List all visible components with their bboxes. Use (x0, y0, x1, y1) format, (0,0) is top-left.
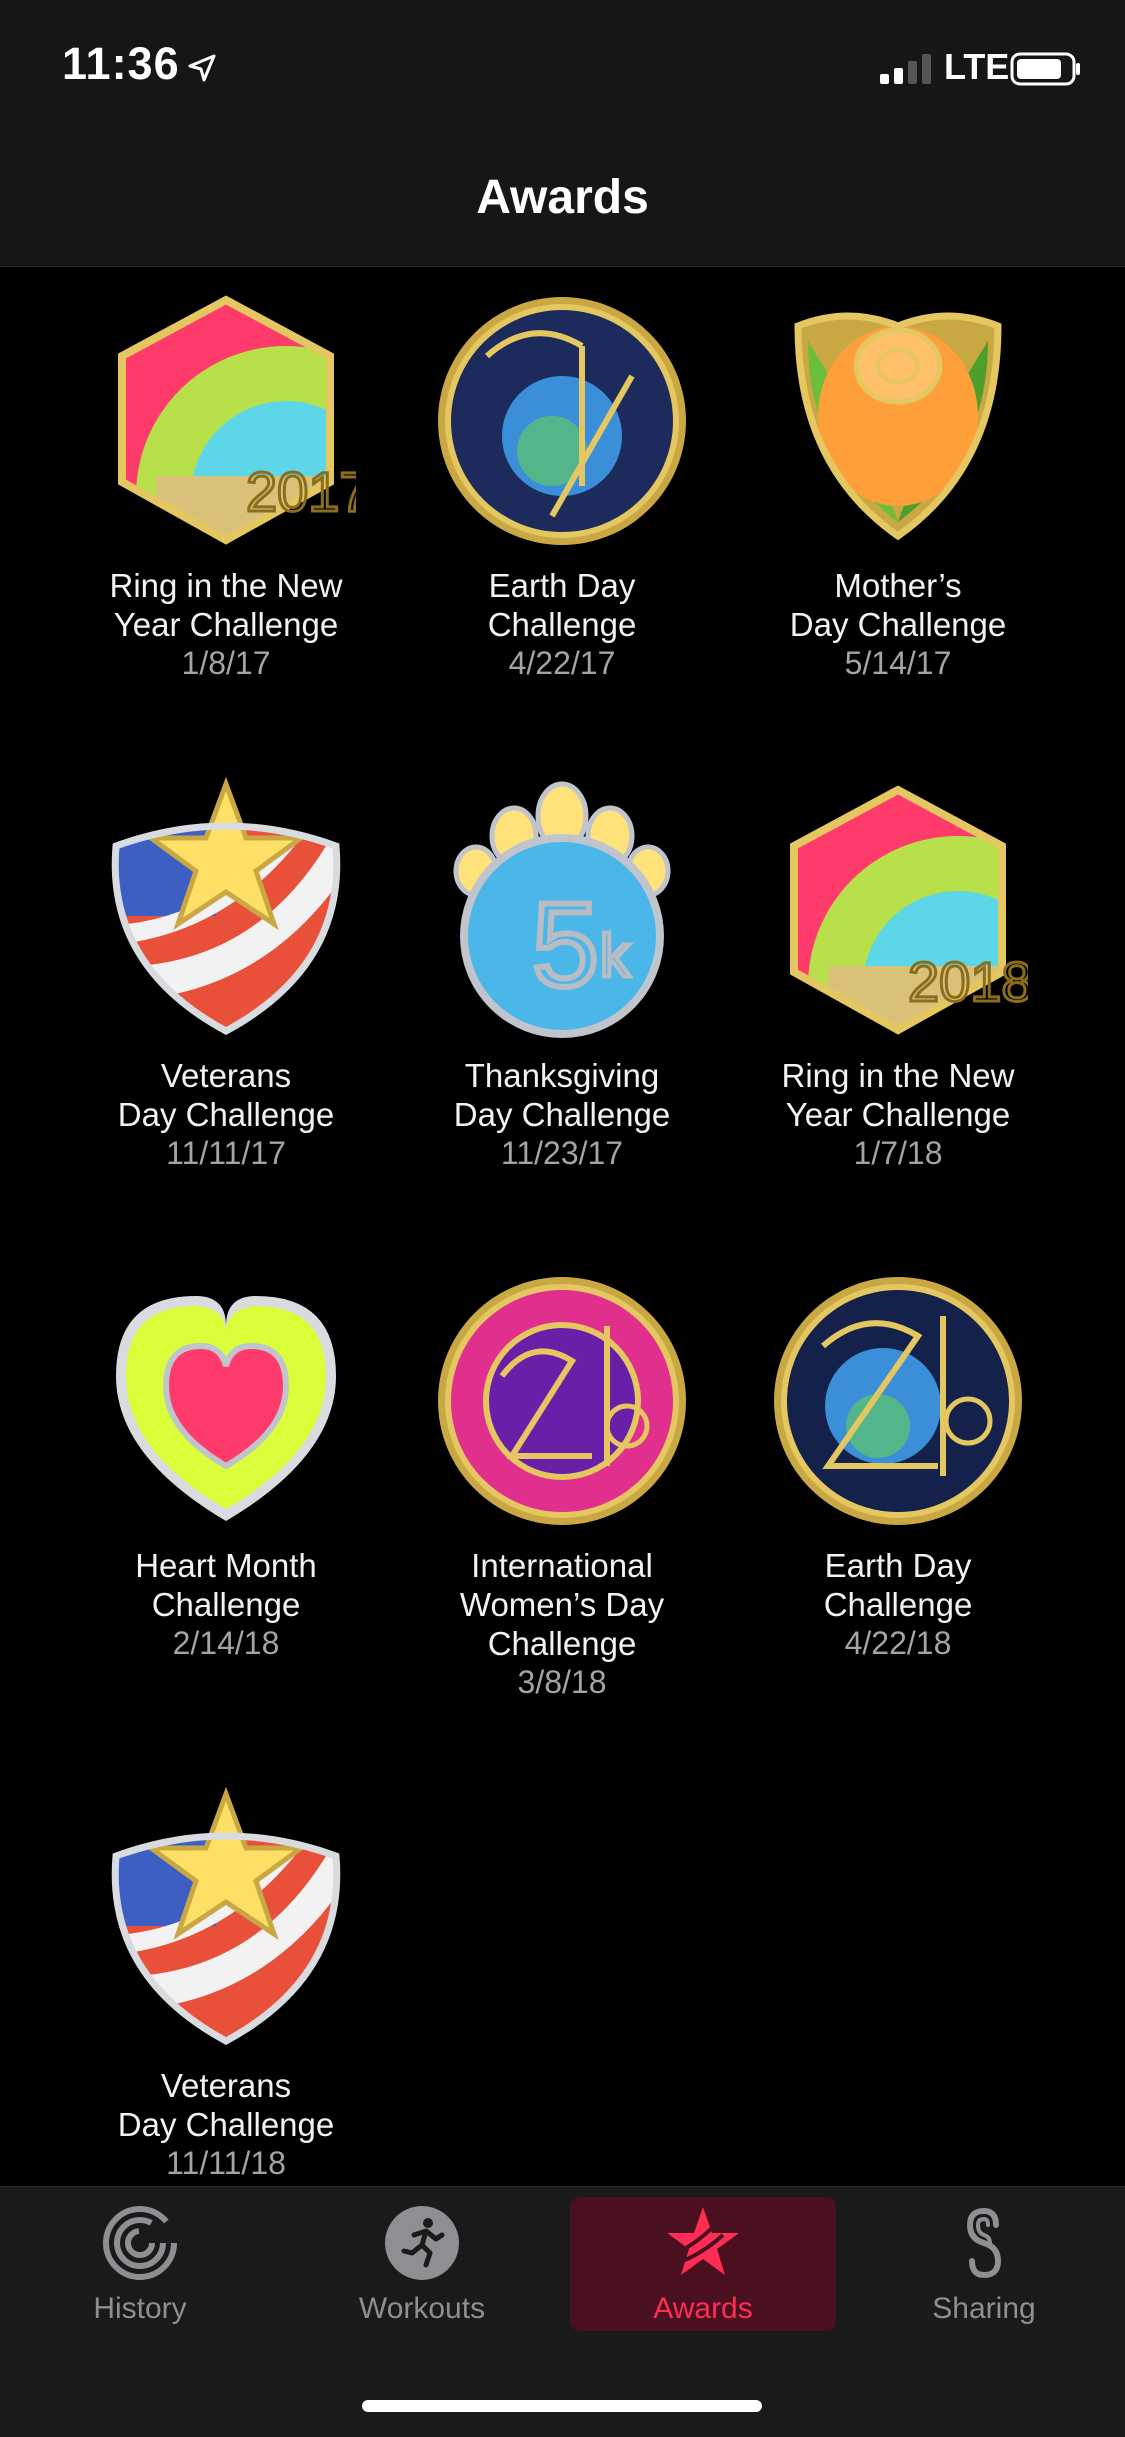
network-type: LTE (944, 46, 1010, 87)
award-item[interactable]: 2018 Ring in the New Year Challenge 1/7/1… (738, 776, 1058, 1173)
svg-text:2018: 2018 (908, 950, 1028, 1013)
award-title: Mother’s Day Challenge (789, 567, 1007, 643)
award-title: Thanksgiving Day Challenge (453, 1057, 671, 1133)
award-item[interactable]: Earth Day Challenge 4/22/17 (402, 286, 722, 683)
mothers-day-rose-badge-icon (794, 312, 1002, 541)
tab-history[interactable]: History (10, 2187, 270, 2337)
sharing-icon (966, 2207, 1002, 2279)
award-date: 1/7/18 (853, 1135, 943, 1171)
award-item[interactable]: Heart Month Challenge 2/14/18 (66, 1266, 386, 1663)
new-year-2018-badge-icon: 2018 (790, 785, 1028, 1035)
tab-label: Awards (653, 2292, 753, 2325)
award-title: Heart Month Challenge (135, 1547, 317, 1623)
award-date: 4/22/17 (508, 645, 616, 681)
veterans-day-2017-badge-icon (111, 776, 341, 1035)
tab-awards[interactable]: Awards (573, 2187, 833, 2337)
awards-star-icon (667, 2207, 739, 2275)
award-item[interactable]: 2017 Ring in the New Year Challenge 1/8/1… (66, 286, 386, 683)
status-time: 11:36 (62, 38, 180, 89)
tab-label: Sharing (932, 2292, 1036, 2325)
award-item[interactable]: Mother’s Day Challenge 5/14/17 (738, 286, 1058, 683)
award-date: 5/14/17 (844, 645, 952, 681)
navigation-bar: Awards (0, 140, 1125, 267)
award-title: International Women’s Day Challenge (459, 1547, 665, 1662)
tab-workouts[interactable]: Workouts (292, 2187, 552, 2337)
tab-sharing[interactable]: Sharing (854, 2187, 1114, 2337)
page-title: Awards (476, 171, 649, 224)
status-bar: 11:36 LTE (0, 0, 1125, 140)
heart-month-badge-icon (116, 1296, 336, 1521)
history-rings-icon (103, 2206, 177, 2280)
award-date: 1/8/17 (181, 645, 271, 681)
award-date: 11/11/17 (166, 1135, 286, 1171)
awards-grid: 2017 Ring in the New Year Challenge 1/8/1… (0, 266, 1125, 2186)
home-indicator[interactable] (362, 2400, 762, 2412)
svg-text:5: 5 (532, 878, 599, 1012)
award-date: 3/8/18 (517, 1664, 607, 1700)
award-title: Veterans Day Challenge (117, 2067, 335, 2143)
award-title: Veterans Day Challenge (117, 1057, 335, 1133)
battery-icon (1010, 52, 1080, 86)
award-title: Ring in the New Year Challenge (109, 567, 343, 643)
award-item[interactable]: Veterans Day Challenge 11/11/18 (66, 1786, 386, 2183)
award-date: 2/14/18 (172, 1625, 280, 1661)
award-date: 11/23/17 (500, 1135, 624, 1171)
award-date: 11/11/18 (166, 2145, 286, 2181)
award-item[interactable]: Veterans Day Challenge 11/11/17 (66, 776, 386, 1173)
womens-day-badge-icon (438, 1277, 686, 1525)
svg-text:k: k (600, 922, 631, 989)
signal-strength-icon (880, 54, 931, 84)
thanksgiving-5k-badge-icon: 5 k (453, 781, 671, 1038)
tab-label: History (93, 2292, 187, 2325)
tab-label: Workouts (358, 2292, 486, 2325)
award-item[interactable]: Earth Day Challenge 4/22/18 (738, 1266, 1058, 1663)
earth-day-2017-badge-icon (438, 297, 686, 545)
award-date: 4/22/18 (844, 1625, 952, 1661)
award-title: Ring in the New Year Challenge (781, 1057, 1015, 1133)
award-title: Earth Day Challenge (487, 567, 637, 643)
new-year-2017-badge-icon: 2017 (118, 295, 356, 545)
award-item[interactable]: International Women’s Day Challenge 3/8/18 (402, 1266, 722, 1702)
award-item[interactable]: 5 k Thanksgiving Day Challenge 11/23/17 (402, 776, 722, 1173)
award-title: Earth Day Challenge (823, 1547, 973, 1623)
svg-text:2017: 2017 (246, 460, 356, 523)
veterans-day-2018-badge-icon (111, 1786, 341, 2045)
location-arrow-icon (188, 54, 216, 82)
workout-runner-icon (385, 2206, 459, 2280)
earth-day-2018-badge-icon (774, 1277, 1022, 1525)
